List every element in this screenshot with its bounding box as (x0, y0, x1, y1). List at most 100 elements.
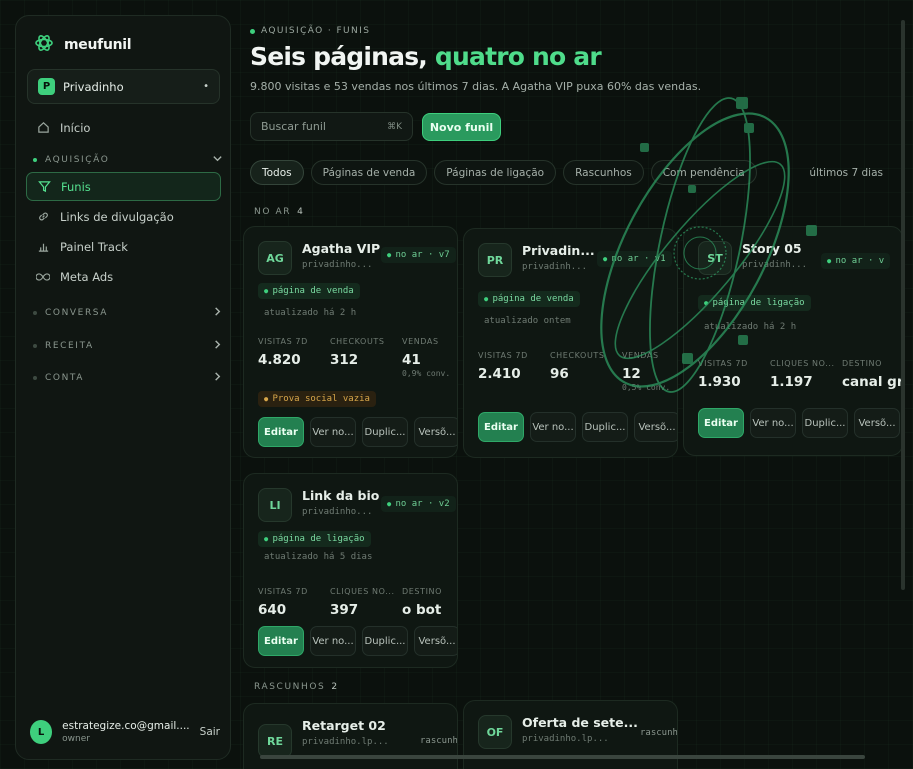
warning-badge: Prova social vazia (258, 391, 376, 407)
nav-meta-ads[interactable]: Meta Ads (26, 262, 221, 291)
status-badge: no ar · v7 (381, 247, 456, 263)
stat-label: VENDAS (622, 351, 659, 360)
versions-button[interactable]: Versõ... (414, 626, 457, 656)
stat-sales: VENDAS 41 0,9% conv. (402, 337, 457, 378)
filter-pending[interactable]: Com pendência (650, 160, 757, 185)
horizontal-scrollbar[interactable] (260, 755, 865, 759)
stat-value: 12 (622, 366, 641, 382)
view-button[interactable]: Ver no... (750, 408, 796, 438)
section-conta[interactable]: CONTA (33, 371, 223, 385)
card-badge: ST (698, 241, 732, 275)
versions-button[interactable]: Versõ... (634, 412, 677, 442)
card-badge: RE (258, 724, 292, 758)
logout-button[interactable]: Sair (200, 726, 220, 738)
card-actions: Editar Ver no... Duplic... Versõ... (258, 626, 457, 656)
breadcrumb-text: AQUISIÇÃO · FUNIS (261, 26, 371, 36)
card-slug: privadinh... (522, 262, 588, 272)
stat-sales: VENDAS 12 0,5% conv. (622, 351, 677, 392)
group-drafts-count: 2 (331, 682, 339, 692)
nav-painel-track[interactable]: Painel Track (26, 232, 221, 261)
stat-checkouts: CHECKOUTS 312 (330, 337, 402, 378)
group-live-title: NO AR (254, 207, 292, 217)
filter-all[interactable]: Todos (250, 160, 304, 185)
stat-value: 1.930 (698, 374, 741, 390)
stat-clicks: CLIQUES NO... 1.197 (770, 359, 842, 390)
bar-chart-icon (36, 240, 50, 254)
workspace-menu-icon: • (203, 81, 209, 92)
edit-button[interactable]: Editar (258, 626, 304, 656)
funnel-card[interactable]: AG Agatha VIP privadinho... no ar · v7 p… (243, 226, 458, 458)
funnel-card[interactable]: RE Retarget 02 privadinho.lp... rascunho (243, 703, 458, 769)
edit-button[interactable]: Editar (478, 412, 524, 442)
duplicate-button[interactable]: Duplic... (362, 626, 408, 656)
stat-value: 4.820 (258, 352, 301, 368)
view-button[interactable]: Ver no... (310, 417, 356, 447)
card-stats: VISITAS 7D 640 CLIQUES NO... 397 DESTINO o … (258, 587, 457, 618)
card-stats: VISITAS 7D 1.930 CLIQUES NO... 1.197 DESTI… (698, 359, 902, 390)
view-button[interactable]: Ver no... (530, 412, 576, 442)
filter-drafts[interactable]: Rascunhos (563, 160, 644, 185)
section-conversa[interactable]: CONVERSA (33, 306, 223, 320)
filter-chips: Todos Páginas de venda Páginas de ligaçã… (250, 160, 757, 185)
vertical-scrollbar[interactable] (901, 20, 905, 590)
duplicate-button[interactable]: Duplic... (362, 417, 408, 447)
edit-button[interactable]: Editar (258, 417, 304, 447)
funnel-card[interactable]: PR Privadin... privadinh... no ar · v1 p… (463, 228, 678, 458)
nav-links[interactable]: Links de divulgação (26, 202, 221, 231)
card-slug: privadinho.lp... (302, 737, 389, 747)
status-badge: rascunho (420, 736, 458, 746)
nav-funis-label: Funis (61, 179, 91, 194)
sidebar: meufunil P Privadinho • Início AQUISIÇÃO… (15, 15, 231, 760)
brand[interactable]: meufunil (34, 33, 132, 57)
stat-value: 312 (330, 352, 359, 368)
page-title-main: Seis páginas, (250, 42, 435, 71)
section-dot (33, 344, 37, 348)
nav-funis[interactable]: Funis (26, 172, 221, 201)
funnel-card[interactable]: ST Story 05 privadinh... no ar · v págin… (683, 226, 903, 456)
duplicate-button[interactable]: Duplic... (802, 408, 848, 438)
card-slug: privadinho... (302, 260, 373, 270)
stat-label: CLIQUES NO... (330, 587, 395, 596)
versions-button[interactable]: Versõ... (414, 417, 457, 447)
search-input[interactable]: Buscar funil ⌘K (250, 112, 413, 141)
search-shortcut: ⌘K (387, 121, 402, 132)
edit-button[interactable]: Editar (698, 408, 744, 438)
stat-sub: 0,5% conv. (622, 383, 671, 392)
breadcrumb: AQUISIÇÃO · FUNIS (250, 26, 370, 36)
section-dot (33, 311, 37, 315)
funnel-card[interactable]: LI Link da bio privadinho... no ar · v2 … (243, 473, 458, 668)
stat-visits: VISITAS 7D 640 (258, 587, 330, 618)
chevron-right-icon (212, 306, 223, 320)
stat-sub: 0,9% conv. (402, 369, 451, 378)
home-icon (36, 121, 50, 135)
card-name: Agatha VIP (302, 241, 381, 256)
stat-value: 96 (550, 366, 569, 382)
section-conta-label: CONTA (45, 373, 85, 383)
view-button[interactable]: Ver no... (310, 626, 356, 656)
account-menu[interactable]: L estrategize.co@gmail.... owner Sair (30, 717, 220, 747)
card-badge: OF (478, 715, 512, 749)
status-badge: rascunho (640, 728, 678, 738)
nav-links-label: Links de divulgação (60, 209, 174, 224)
card-slug: privadinho.lp... (522, 734, 609, 744)
period-selector[interactable]: últimos 7 dias (809, 167, 883, 179)
filter-link-pages[interactable]: Páginas de ligação (434, 160, 557, 185)
workspace-switcher[interactable]: P Privadinho • (27, 69, 220, 104)
versions-button[interactable]: Versõ... (854, 408, 900, 438)
group-live-count: 4 (297, 207, 305, 217)
nav-home-label: Início (60, 120, 91, 135)
duplicate-button[interactable]: Duplic... (582, 412, 628, 442)
nav-home[interactable]: Início (26, 113, 221, 142)
search-placeholder: Buscar funil (261, 120, 326, 133)
page-type-tag: página de venda (478, 291, 580, 307)
stat-label: CLIQUES NO... (770, 359, 835, 368)
section-acquisition[interactable]: AQUISIÇÃO (33, 153, 223, 167)
section-receita-label: RECEITA (45, 341, 94, 351)
stat-label: CHECKOUTS (550, 351, 605, 360)
section-conversa-label: CONVERSA (45, 308, 109, 318)
section-acquisition-label: AQUISIÇÃO (45, 155, 110, 165)
filter-sales-pages[interactable]: Páginas de venda (310, 160, 428, 185)
new-funnel-button[interactable]: Novo funil (422, 113, 501, 141)
section-receita[interactable]: RECEITA (33, 339, 223, 353)
card-name: Privadin... (522, 243, 595, 258)
